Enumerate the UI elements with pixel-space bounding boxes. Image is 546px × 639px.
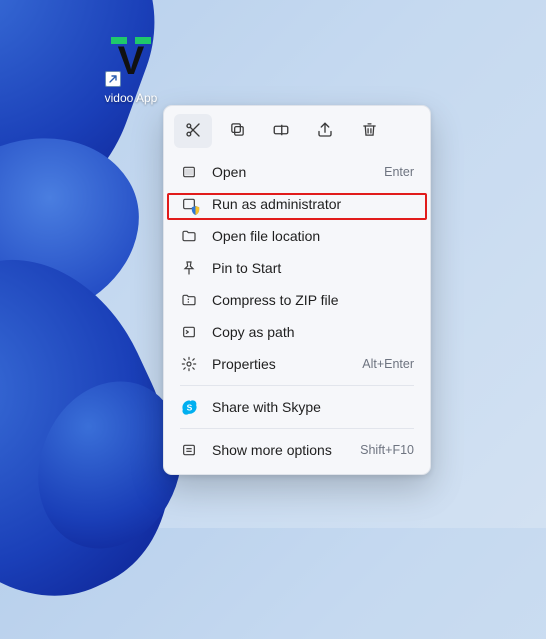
vidoo-app-icon: V [105, 35, 157, 87]
copy-button[interactable] [218, 114, 256, 148]
menu-label: Pin to Start [212, 260, 414, 276]
cut-button[interactable] [174, 114, 212, 148]
menu-item-open[interactable]: Open Enter [170, 156, 424, 188]
vidoo-logo-letter: V [118, 41, 145, 81]
context-action-bar [164, 106, 430, 154]
share-button[interactable] [306, 114, 344, 148]
copy-icon [229, 121, 246, 141]
menu-item-properties[interactable]: Properties Alt+Enter [170, 348, 424, 380]
menu-item-run-as-administrator[interactable]: Run as administrator [170, 188, 424, 220]
menu-accelerator: Enter [384, 165, 414, 179]
menu-label: Properties [212, 356, 348, 372]
menu-accelerator: Shift+F10 [360, 443, 414, 457]
folder-icon [180, 227, 198, 245]
menu-label: Open file location [212, 228, 414, 244]
share-icon [316, 121, 334, 142]
rename-icon [272, 121, 290, 142]
menu-label: Share with Skype [212, 399, 414, 415]
desktop-shortcut-label: vidoo App [95, 91, 167, 105]
shortcut-overlay-icon [105, 71, 121, 87]
menu-label: Copy as path [212, 324, 414, 340]
delete-button[interactable] [350, 114, 388, 148]
menu-item-copy-as-path[interactable]: Copy as path [170, 316, 424, 348]
scissors-icon [184, 121, 202, 142]
menu-accelerator: Alt+Enter [362, 357, 414, 371]
properties-icon [180, 355, 198, 373]
open-icon [180, 163, 198, 181]
run-admin-icon [180, 195, 198, 213]
menu-item-pin-to-start[interactable]: Pin to Start [170, 252, 424, 284]
context-menu: Open Enter Run as administrator Open fil… [163, 105, 431, 475]
menu-label: Show more options [212, 442, 346, 458]
svg-text:S: S [186, 402, 192, 412]
trash-icon [361, 121, 378, 141]
menu-item-share-skype[interactable]: S Share with Skype [170, 391, 424, 423]
pin-icon [180, 259, 198, 277]
menu-label: Run as administrator [212, 196, 414, 212]
menu-item-compress-zip[interactable]: Compress to ZIP file [170, 284, 424, 316]
menu-label: Compress to ZIP file [212, 292, 414, 308]
menu-item-open-file-location[interactable]: Open file location [170, 220, 424, 252]
menu-item-show-more-options[interactable]: Show more options Shift+F10 [170, 434, 424, 466]
skype-icon: S [180, 398, 198, 416]
rename-button[interactable] [262, 114, 300, 148]
menu-label: Open [212, 164, 370, 180]
more-options-icon [180, 441, 198, 459]
menu-separator [180, 385, 414, 386]
menu-separator [180, 428, 414, 429]
zip-icon [180, 291, 198, 309]
desktop-shortcut-vidoo[interactable]: V vidoo App [95, 35, 167, 105]
copy-path-icon [180, 323, 198, 341]
